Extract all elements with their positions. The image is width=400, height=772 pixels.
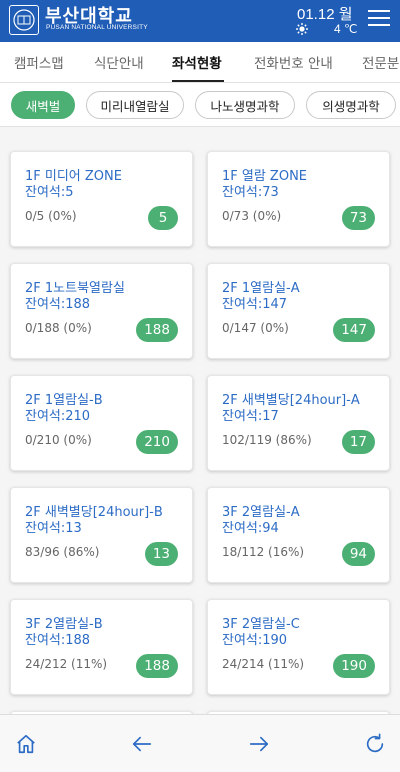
app-header: 부산대학교 PUSAN NATIONAL UNIVERSITY 01.12 월 … <box>0 0 400 42</box>
remaining-badge: 5 <box>148 206 178 230</box>
temperature: 4 ℃ <box>334 22 358 36</box>
remaining-badge: 188 <box>136 318 178 342</box>
room-remaining: 잔여석:94 <box>222 521 279 536</box>
room-usage: 102/119 (86%) <box>222 433 312 447</box>
room-remaining: 잔여석:13 <box>25 521 82 536</box>
room-card[interactable]: 1F 열람 ZONE 잔여석:73 0/73 (0%) 73 <box>207 151 390 247</box>
chip-saebyeokbeol[interactable]: 새벽벌 <box>11 91 75 119</box>
tab-menu[interactable]: 식단안내 <box>94 52 144 72</box>
room-usage: 0/210 (0%) <box>25 433 92 447</box>
university-seal-logo <box>9 5 39 35</box>
refresh-icon[interactable] <box>362 731 388 757</box>
room-remaining: 잔여석:190 <box>222 633 288 648</box>
room-remaining: 잔여석:147 <box>222 297 288 312</box>
room-usage: 24/214 (11%) <box>222 657 305 671</box>
room-remaining: 잔여석:210 <box>25 409 91 424</box>
remaining-badge: 190 <box>333 654 375 678</box>
room-usage: 0/188 (0%) <box>25 321 92 335</box>
chip-mirinae[interactable]: 미리내열람실 <box>86 91 184 119</box>
tab-phone-directory[interactable]: 전화번호 안내 <box>254 52 333 72</box>
room-remaining: 잔여석:73 <box>222 185 279 200</box>
room-usage: 18/112 (16%) <box>222 545 305 559</box>
room-usage: 0/5 (0%) <box>25 209 77 223</box>
remaining-badge: 94 <box>341 542 375 566</box>
remaining-badge: 188 <box>136 654 178 678</box>
room-card[interactable]: 1F 미디어 ZONE 잔여석:5 0/5 (0%) 5 <box>10 151 193 247</box>
remaining-badge: 73 <box>341 206 375 230</box>
room-card[interactable]: 2F 1열람실-A 잔여석:147 0/147 (0%) 147 <box>207 263 390 359</box>
current-date: 01.12 월 <box>297 6 353 23</box>
room-card[interactable]: 3F 2열람실-B 잔여석:188 24/212 (11%) 188 <box>10 599 193 695</box>
arrow-left-icon[interactable] <box>129 731 155 757</box>
room-remaining: 잔여석:5 <box>25 185 74 200</box>
arrow-right-icon[interactable] <box>246 731 272 757</box>
bottom-nav-bar <box>0 714 400 772</box>
home-icon[interactable] <box>13 731 39 757</box>
room-usage: 83/96 (86%) <box>25 545 100 559</box>
tab-seat-status[interactable]: 좌석현황 <box>172 52 222 72</box>
room-card[interactable]: 2F 1노트북열람실 잔여석:188 0/188 (0%) 188 <box>10 263 193 359</box>
remaining-badge: 147 <box>333 318 375 342</box>
room-card[interactable]: 2F 1열람실-B 잔여석:210 0/210 (0%) 210 <box>10 375 193 471</box>
room-card[interactable]: 2F 새벽별당[24hour]-A 잔여석:17 102/119 (86%) 1… <box>207 375 390 471</box>
tab-campus-map[interactable]: 캠퍼스맵 <box>14 52 64 72</box>
room-remaining: 잔여석:17 <box>222 409 279 424</box>
room-usage: 0/73 (0%) <box>222 209 282 223</box>
chip-nano-life-science[interactable]: 나노생명과학 <box>195 91 295 119</box>
room-usage: 24/212 (11%) <box>25 657 108 671</box>
sun-icon <box>296 23 308 39</box>
library-filter-bar: 새벽벌 미리내열람실 나노생명과학 의생명과학 <box>0 83 400 127</box>
seal-icon <box>13 9 35 31</box>
top-tab-bar: 캠퍼스맵 식단안내 좌석현황 전화번호 안내 전문분 <box>0 42 400 83</box>
remaining-badge: 13 <box>144 542 178 566</box>
room-remaining: 잔여석:188 <box>25 297 91 312</box>
room-card[interactable]: 3F 2열람실-C 잔여석:190 24/214 (11%) 190 <box>207 599 390 695</box>
room-card[interactable]: 3F 2열람실-A 잔여석:94 18/112 (16%) 94 <box>207 487 390 583</box>
remaining-badge: 210 <box>136 430 178 454</box>
tab-specialty[interactable]: 전문분 <box>362 52 399 72</box>
hamburger-menu-icon[interactable] <box>368 10 390 30</box>
room-remaining: 잔여석:188 <box>25 633 91 648</box>
remaining-badge: 17 <box>341 430 375 454</box>
seat-status-list: 1F 미디어 ZONE 잔여석:5 0/5 (0%) 5 1F 열람 ZONE … <box>0 128 400 714</box>
chip-biomedical-science[interactable]: 의생명과학 <box>306 91 396 119</box>
logo-subtext: PUSAN NATIONAL UNIVERSITY <box>46 24 148 31</box>
room-card[interactable]: 2F 새벽별당[24hour]-B 잔여석:13 83/96 (86%) 13 <box>10 487 193 583</box>
room-usage: 0/147 (0%) <box>222 321 289 335</box>
